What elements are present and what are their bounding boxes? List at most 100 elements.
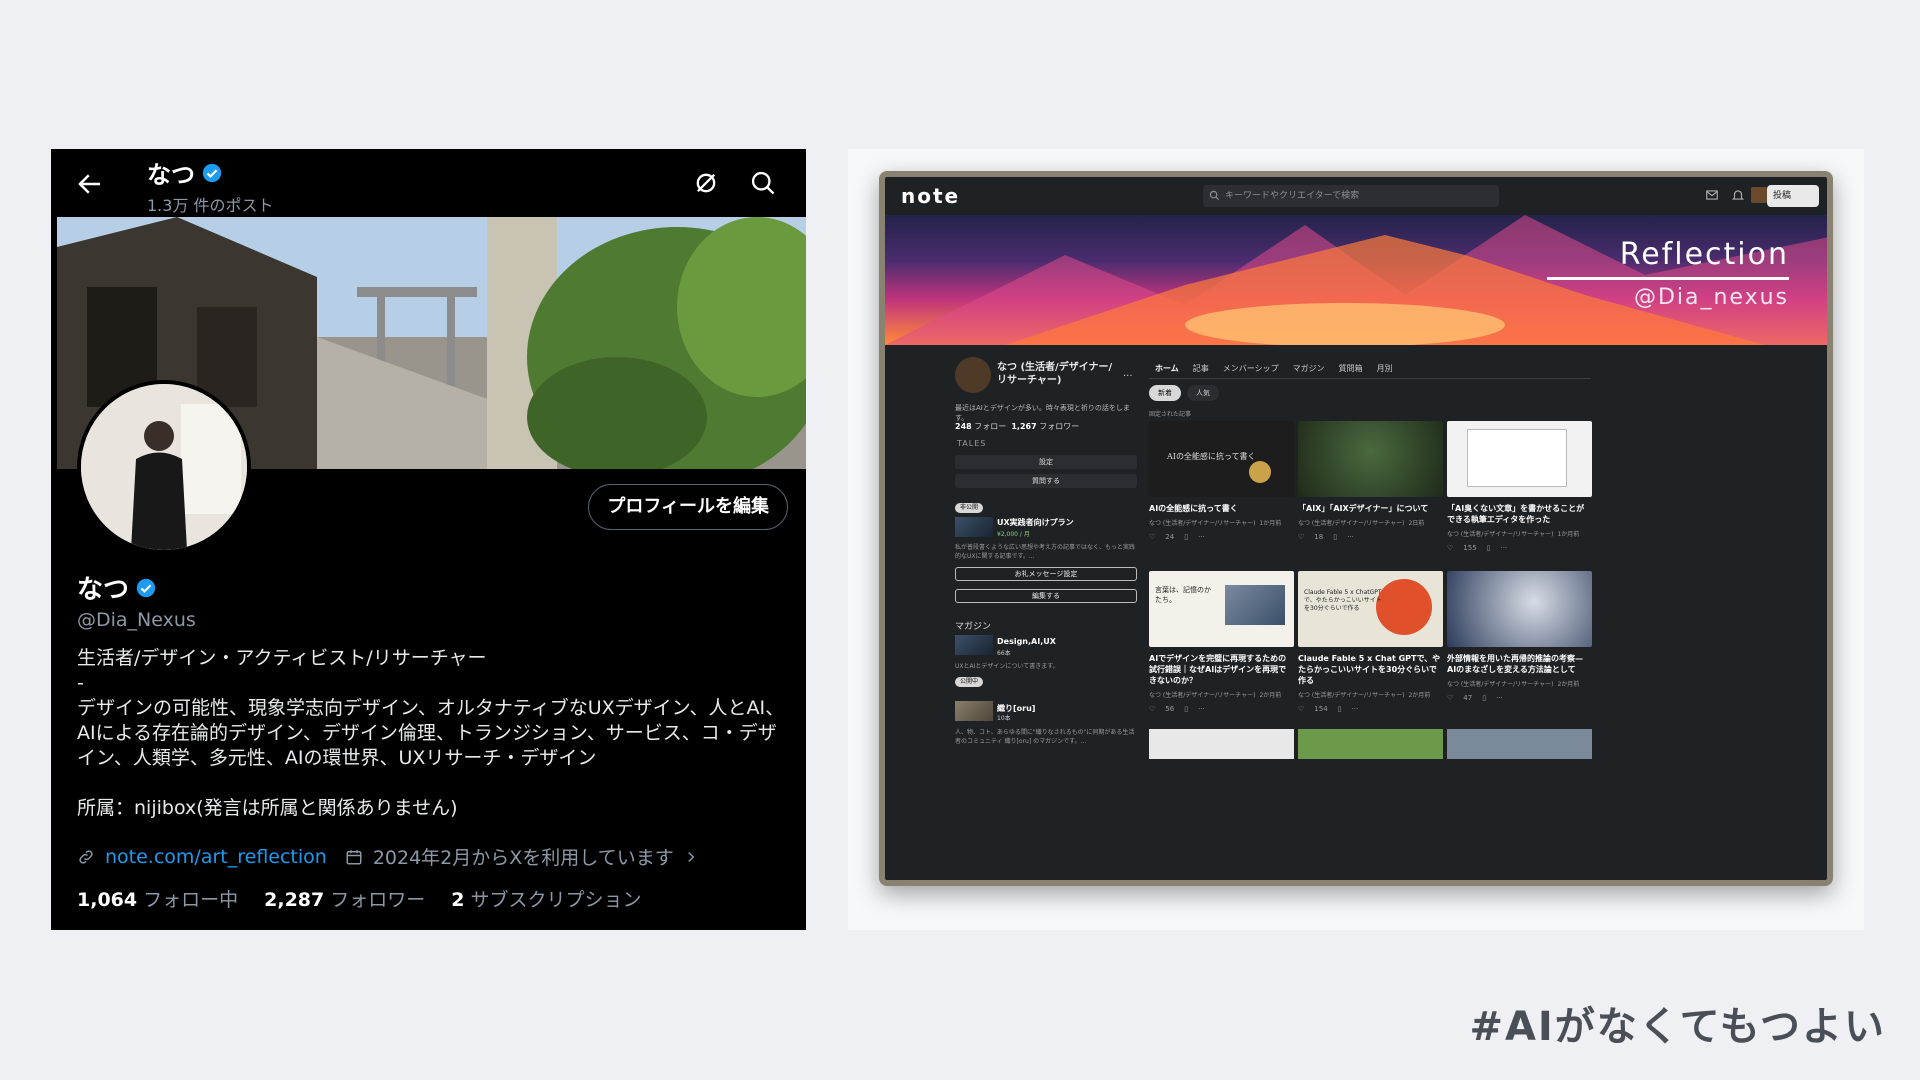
user-avatar[interactable] <box>1751 187 1767 203</box>
more-icon[interactable]: ··· <box>1347 533 1354 541</box>
edit-profile-button[interactable]: プロフィールを編集 <box>588 484 788 530</box>
like-count: 56 <box>1165 705 1175 713</box>
tab-monthly[interactable]: 月別 <box>1377 363 1393 374</box>
settings-button[interactable]: 設定 <box>955 455 1137 469</box>
back-arrow-icon[interactable] <box>75 169 105 199</box>
more-icon[interactable]: ··· <box>1198 705 1205 713</box>
note-profile-name[interactable]: なつ (生活者/デザイナー/リサーチャー) <box>997 361 1121 387</box>
article-author: なつ (生活者/デザイナー/リサーチャー) 1か月前 <box>1149 520 1282 527</box>
edit-plan-button[interactable]: 編集する <box>955 589 1137 603</box>
article-actions: ♡ 56 ▯ ··· <box>1149 705 1294 713</box>
search-icon <box>1209 190 1220 201</box>
article-thumbnail-partial[interactable] <box>1298 729 1443 759</box>
magazine-title-2[interactable]: 織り[oru] <box>997 703 1035 714</box>
search-icon[interactable] <box>749 169 777 197</box>
profile-name: なつ <box>77 575 130 605</box>
joined-date: 2024年2月からXを利用しています <box>372 847 674 869</box>
bookmark-icon[interactable]: ▯ <box>1487 544 1491 552</box>
ask-question-button[interactable]: 質問する <box>955 474 1137 488</box>
like-count: 18 <box>1314 533 1324 541</box>
mail-icon[interactable] <box>1705 188 1719 202</box>
bell-icon[interactable] <box>1731 188 1745 202</box>
note-browser-window: note キーワードやクリエイターで検索 投稿 Reflection @Dia_… <box>879 171 1833 886</box>
hashtag-caption: #AIがなくてもつよい <box>1469 1004 1886 1050</box>
tab-questions[interactable]: 質問箱 <box>1339 363 1363 374</box>
article-card[interactable]: 外部情報を用いた再帰的推論の考察—AIのまなざしを変える方法論として なつ (生… <box>1447 571 1592 702</box>
article-title: 「AI臭くない文章」を書かせることができる執筆エディタを作った <box>1447 504 1585 524</box>
more-icon[interactable]: ··· <box>1496 694 1503 702</box>
like-icon[interactable]: ♡ <box>1298 533 1304 541</box>
article-card[interactable]: Claude Fable 5 x ChatGPT で、やたらかっこいいサイトを3… <box>1298 571 1443 713</box>
article-card[interactable]: 言葉は、記憶のかたち。 AIでデザインを完璧に再現するための試行錯誤｜なぜAIは… <box>1149 571 1294 713</box>
note-avatar[interactable] <box>955 357 991 393</box>
bookmark-icon[interactable]: ▯ <box>1184 533 1188 541</box>
tab-home[interactable]: ホーム <box>1155 363 1179 374</box>
like-icon[interactable]: ♡ <box>1298 705 1304 713</box>
magazine-section-label[interactable]: マガジン <box>955 619 991 632</box>
bookmark-icon[interactable]: ▯ <box>1338 705 1342 713</box>
link-icon <box>79 849 93 864</box>
like-icon[interactable]: ♡ <box>1447 544 1453 552</box>
grok-icon[interactable] <box>692 169 720 197</box>
article-author: なつ (生活者/デザイナー/リサーチャー) 2日前 <box>1298 520 1425 527</box>
note-logo[interactable]: note <box>901 184 960 208</box>
x-profile-panel: なつ 1.3万 件のポスト プロフィールを編集 なつ @Dia_Nexus 生活… <box>51 149 806 930</box>
header-title-block: なつ 1.3万 件のポスト <box>147 155 274 216</box>
x-header: なつ 1.3万 件のポスト <box>51 149 806 217</box>
chip-popular[interactable]: 人気 <box>1187 385 1219 401</box>
post-count: 1.3万 件のポスト <box>147 196 274 215</box>
more-icon[interactable]: ··· <box>1352 705 1359 713</box>
article-thumbnail-partial[interactable] <box>1447 729 1592 759</box>
tab-articles[interactable]: 記事 <box>1193 363 1209 374</box>
post-button[interactable]: 投稿 <box>1767 185 1819 207</box>
plan-title[interactable]: UX実践者向けプラン <box>997 517 1074 528</box>
profile-name-row: なつ <box>77 569 157 606</box>
chip-new[interactable]: 新着 <box>1149 385 1181 401</box>
article-thumbnail: 言葉は、記憶のかたち。 <box>1149 571 1294 647</box>
thumbnail-text: AIの全能感に抗って書く <box>1167 452 1256 461</box>
subscriptions-stat[interactable]: 2 サブスクリプション <box>451 885 641 912</box>
more-icon[interactable]: ··· <box>1501 544 1508 552</box>
thumbnail-text: Claude Fable 5 x ChatGPT で、やたらかっこいいサイトを3… <box>1304 589 1382 612</box>
article-author: なつ (生活者/デザイナー/リサーチャー) 2か月前 <box>1149 692 1282 699</box>
avatar[interactable] <box>77 380 251 554</box>
article-card[interactable]: 「AI臭くない文章」を書かせることができる執筆エディタを作った なつ (生活者/… <box>1447 421 1592 552</box>
followers-stat[interactable]: 2,287 フォロワー <box>264 885 425 912</box>
profile-meta: note.com/art_reflection 2024年2月からXを利用してい… <box>77 843 698 870</box>
like-icon[interactable]: ♡ <box>1149 533 1155 541</box>
banner-title: Reflection <box>1619 237 1789 272</box>
like-icon[interactable]: ♡ <box>1447 694 1453 702</box>
article-title: 「AIX」「AIXデザイナー」について <box>1298 504 1429 513</box>
magazine-desc-1: UXとAIとデザインについて書きます。 <box>955 663 1059 670</box>
banner-divider <box>1547 277 1789 280</box>
profile-link[interactable]: note.com/art_reflection <box>105 846 327 868</box>
article-card[interactable]: 「AIX」「AIXデザイナー」について なつ (生活者/デザイナー/リサーチャー… <box>1298 421 1443 541</box>
tab-magazine[interactable]: マガジン <box>1293 363 1325 374</box>
article-thumbnail-partial[interactable] <box>1149 729 1294 759</box>
article-card[interactable]: AIの全能感に抗って書く AIの全能感に抗って書く なつ (生活者/デザイナー/… <box>1149 421 1294 541</box>
chevron-right-icon[interactable] <box>684 848 698 866</box>
tab-membership[interactable]: メンバーシップ <box>1223 363 1279 374</box>
note-banner-image: Reflection @Dia_nexus <box>885 215 1827 345</box>
magazine-count-2: 10本 <box>997 715 1011 722</box>
magazine-public-badge: 公開中 <box>955 677 984 687</box>
like-icon[interactable]: ♡ <box>1149 705 1155 713</box>
note-top-bar: note キーワードやクリエイターで検索 投稿 <box>885 177 1827 215</box>
magazine-title-1[interactable]: Design,AI,UX <box>997 637 1056 646</box>
thumbnail-text: 言葉は、記憶のかたち。 <box>1155 586 1211 604</box>
thanks-message-button[interactable]: お礼メッセージ設定 <box>955 567 1137 581</box>
verified-badge-icon <box>136 578 156 597</box>
following-stat[interactable]: 1,064 フォロー中 <box>77 885 238 912</box>
bookmark-icon[interactable]: ▯ <box>1333 533 1337 541</box>
article-actions: ♡ 18 ▯ ··· <box>1298 533 1443 541</box>
banner-handle: @Dia_nexus <box>1633 285 1789 310</box>
bookmark-icon[interactable]: ▯ <box>1184 705 1188 713</box>
header-title: なつ <box>147 161 195 189</box>
tabs-divider <box>1149 378 1591 379</box>
magazine-desc-2: 人、物、コト、あらゆる間に"織りなされるもの"に同期がある生活者のコミュニティ … <box>955 729 1135 745</box>
note-screenshot-panel: note キーワードやクリエイターで検索 投稿 Reflection @Dia_… <box>848 149 1864 930</box>
note-search-input[interactable]: キーワードやクリエイターで検索 <box>1203 185 1499 207</box>
more-icon[interactable]: ··· <box>1198 533 1205 541</box>
more-icon[interactable]: ··· <box>1123 371 1133 382</box>
bookmark-icon[interactable]: ▯ <box>1482 694 1486 702</box>
